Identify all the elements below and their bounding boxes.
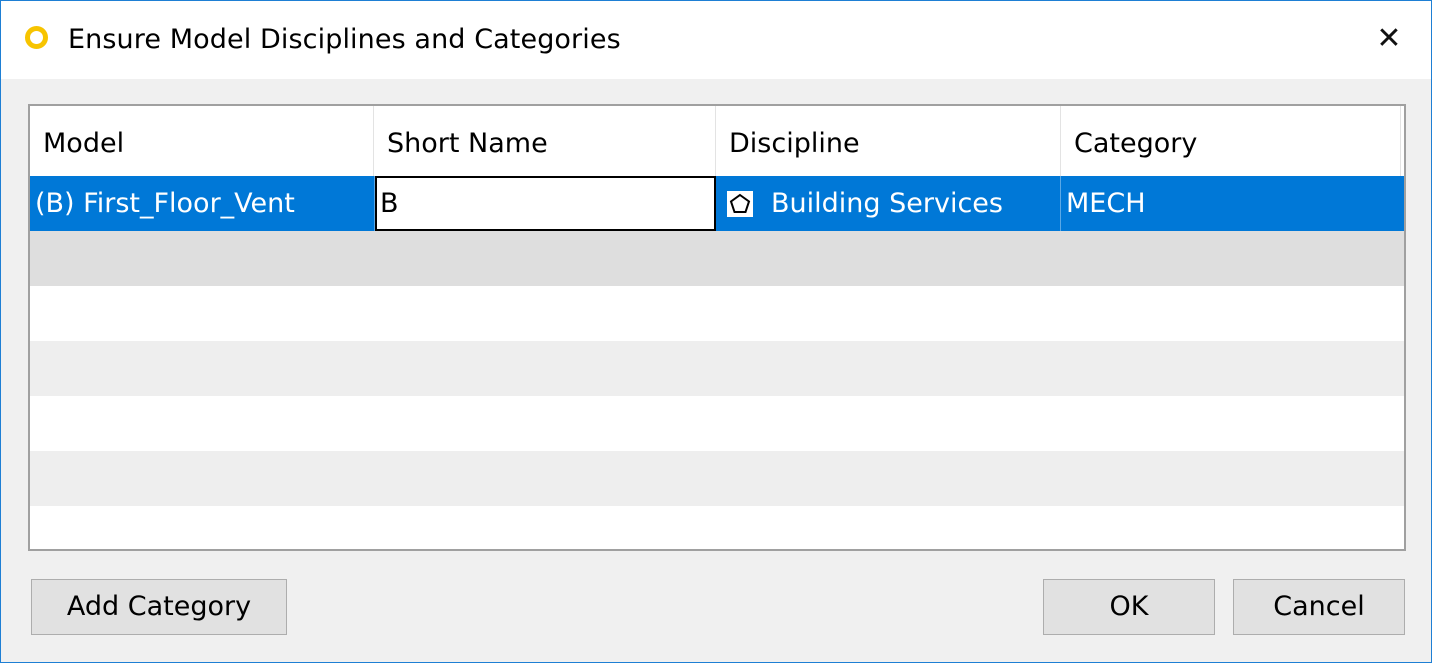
empty-row (30, 286, 1404, 341)
empty-row (30, 231, 1404, 286)
column-header-category[interactable]: Category (1061, 106, 1401, 176)
grid-header: Model Short Name Discipline Category (30, 106, 1404, 176)
window-title: Ensure Model Disciplines and Categories (68, 24, 621, 55)
app-ring-icon (25, 26, 48, 49)
cancel-button[interactable]: Cancel (1233, 579, 1405, 635)
close-button[interactable]: ✕ (1367, 15, 1411, 63)
cell-discipline[interactable]: Building Services (771, 176, 1061, 231)
models-grid: Model Short Name Discipline Category (B)… (28, 104, 1406, 551)
column-header-discipline[interactable]: Discipline (716, 106, 1061, 176)
add-category-button[interactable]: Add Category (31, 579, 287, 635)
empty-row (30, 506, 1404, 549)
column-header-short-name[interactable]: Short Name (374, 106, 716, 176)
column-header-model[interactable]: Model (30, 106, 374, 176)
empty-row (30, 451, 1404, 506)
table-row[interactable]: (B) First_Floor_Vent B Building Services… (30, 176, 1404, 231)
empty-row (30, 396, 1404, 451)
dialog-window: Ensure Model Disciplines and Categories … (0, 0, 1432, 663)
short-name-input[interactable]: B (375, 176, 716, 231)
cell-model[interactable]: (B) First_Floor_Vent (30, 176, 375, 231)
cell-category[interactable]: MECH (1061, 176, 1404, 231)
ok-button[interactable]: OK (1043, 579, 1215, 635)
empty-row (30, 341, 1404, 396)
pentagon-icon (727, 191, 753, 217)
title-bar: Ensure Model Disciplines and Categories … (1, 1, 1431, 79)
